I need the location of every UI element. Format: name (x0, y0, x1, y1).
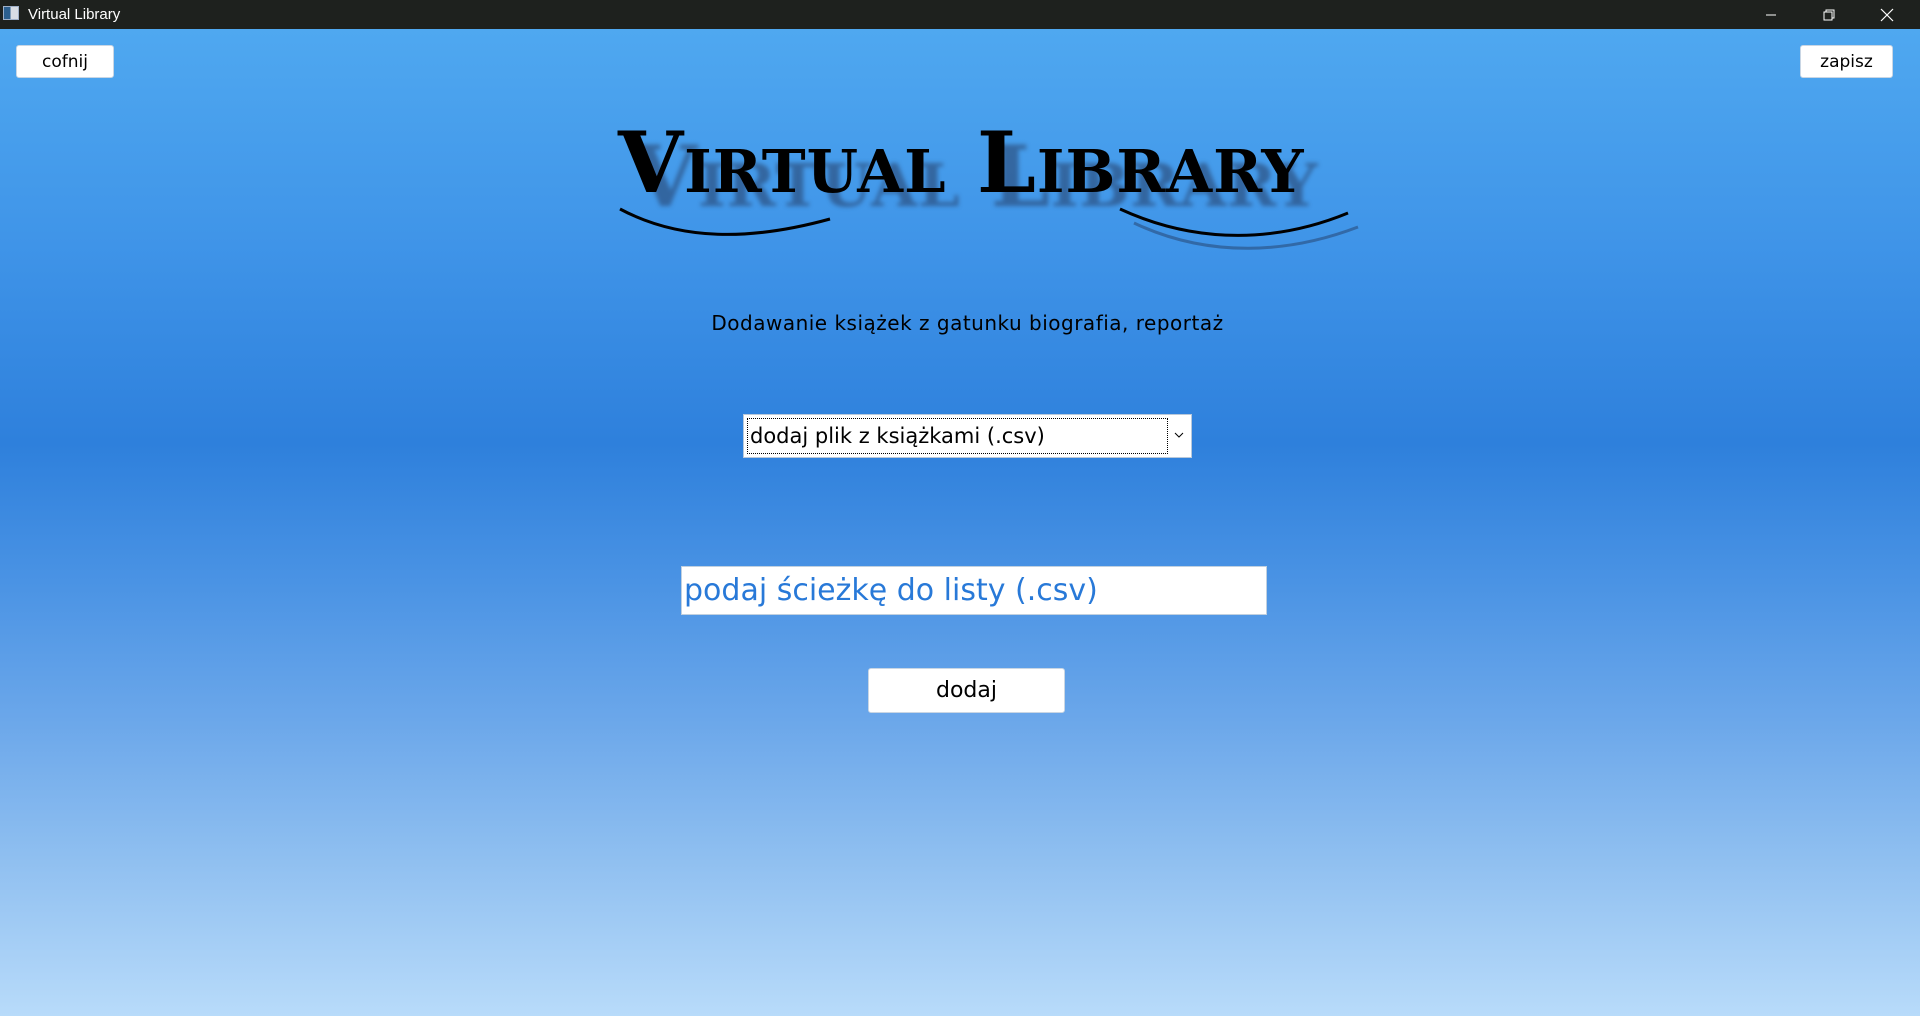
minimize-button[interactable] (1742, 0, 1800, 29)
file-source-select[interactable]: dodaj plik z książkami (.csv) (743, 414, 1192, 458)
app-icon (3, 6, 19, 20)
close-button[interactable] (1858, 0, 1916, 29)
back-button[interactable]: cofnij (16, 45, 114, 78)
logo-swash (619, 207, 1359, 250)
main-content: cofnij zapisz Virtual Library Virtual Li… (0, 29, 1920, 1016)
minimize-icon (1766, 14, 1776, 15)
add-button[interactable]: dodaj (868, 668, 1065, 713)
title-bar: Virtual Library (0, 0, 1920, 29)
file-source-selected: dodaj plik z książkami (.csv) (747, 418, 1168, 454)
csv-path-input[interactable] (681, 566, 1267, 615)
window-title: Virtual Library (28, 6, 121, 23)
app-logo: Virtual Library Virtual Library (600, 91, 1360, 251)
page-subtitle: Dodawanie książek z gatunku biografia, r… (711, 311, 1224, 335)
chevron-down-icon (1174, 432, 1184, 438)
save-button[interactable]: zapisz (1800, 45, 1893, 78)
app-window: Virtual Library cofnij zapisz Virtual Li… (0, 0, 1920, 1016)
restore-icon (1823, 9, 1835, 20)
restore-button[interactable] (1800, 0, 1858, 29)
close-icon (1880, 8, 1894, 21)
